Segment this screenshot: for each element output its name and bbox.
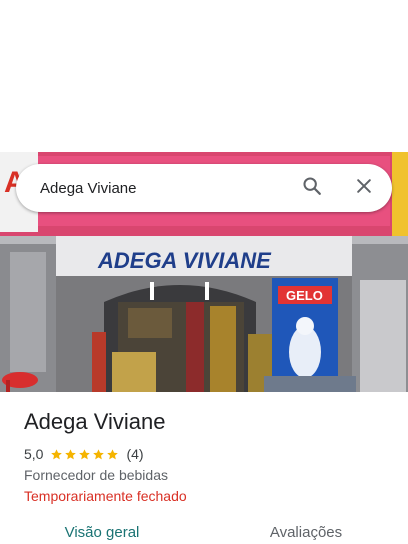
tab-reviews[interactable]: Avaliações [204,516,408,544]
star-icon [51,448,63,459]
star-icon [93,448,105,459]
photo-sign-text: ADEGA VIVIANE [97,248,272,273]
rating-stars [50,448,120,461]
search-bar[interactable]: Adega Viviane [16,164,392,212]
place-status: Temporariamente fechado [24,488,187,504]
photo-fridge-text: GELO [286,288,323,303]
close-icon [354,176,374,201]
rating-row[interactable]: 5,0 (4) [24,445,394,463]
place-title: Adega Viviane [24,409,166,434]
star-icon [79,448,91,459]
rating-value: 5,0 [24,446,44,462]
place-category: Fornecedor de bebidas [24,467,168,483]
close-button[interactable] [344,168,384,208]
star-icon [65,448,77,459]
place-info: Adega Viviane 5,0 (4) Fornecedor de bebi… [24,408,394,505]
search-button[interactable] [292,168,332,208]
search-input[interactable]: Adega Viviane [16,180,292,197]
tab-overview[interactable]: Visão geral [0,516,204,544]
place-tabs: Visão geral Avaliações [0,516,408,544]
review-count[interactable]: (4) [126,446,143,462]
search-icon [301,175,323,202]
star-icon [107,448,119,459]
